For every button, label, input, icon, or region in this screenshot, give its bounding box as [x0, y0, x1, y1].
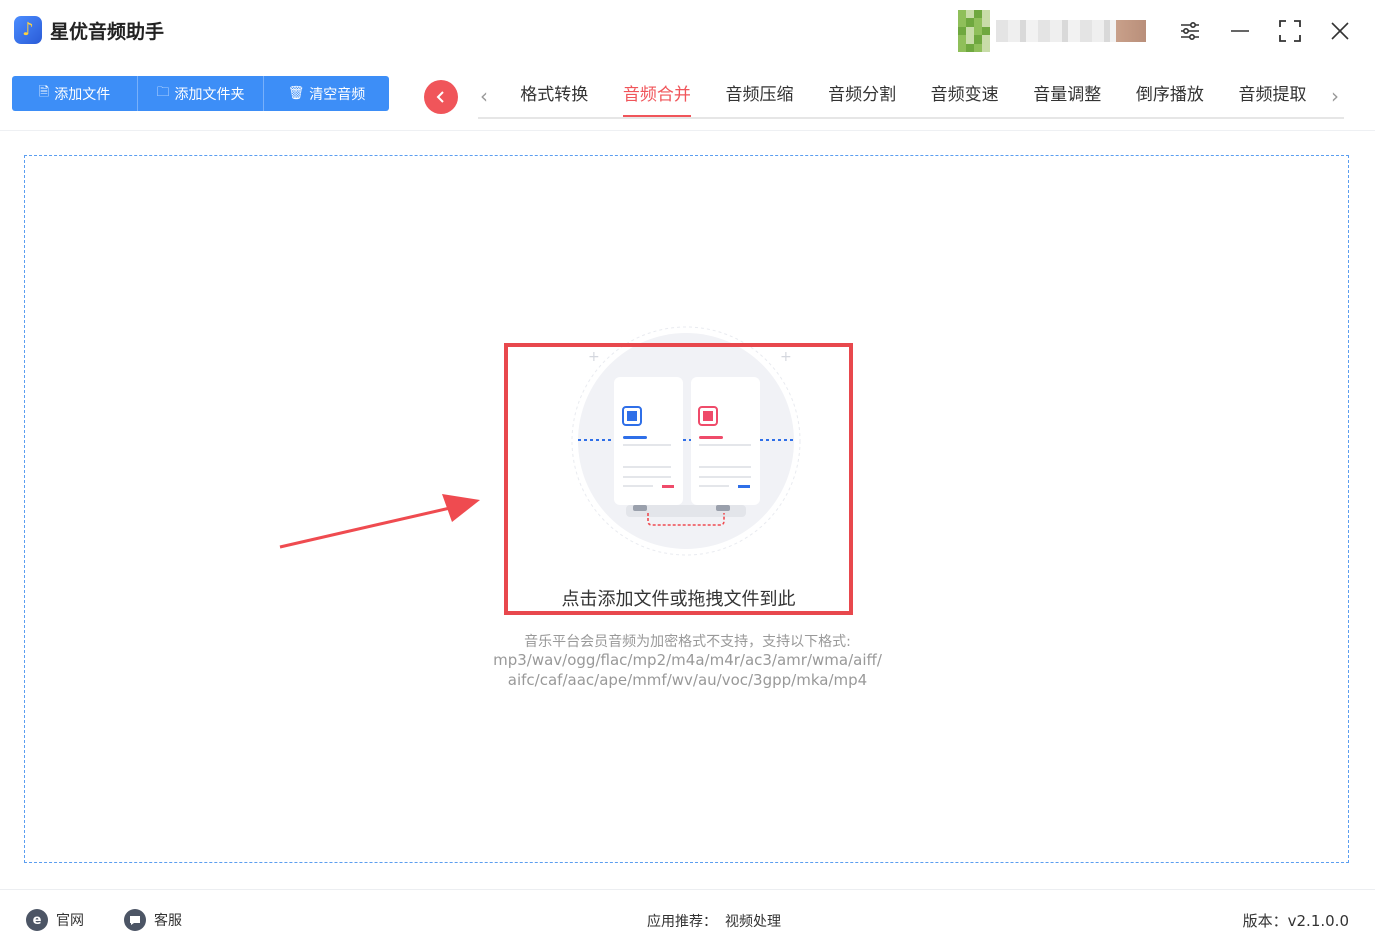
tab-4[interactable]: 音频分割 — [811, 74, 914, 116]
close-icon[interactable] — [1325, 16, 1355, 46]
app-logo-icon: ♪ — [14, 16, 42, 44]
chat-bubble-icon — [124, 909, 146, 931]
support-link[interactable]: 客服 — [124, 909, 182, 931]
folder-icon: 🗀 — [156, 84, 170, 100]
format-hint-line2: mp3/wav/ogg/flac/mp2/m4a/m4r/ac3/amr/wma… — [493, 651, 882, 669]
drop-zone-label[interactable]: 点击添加文件或拖拽文件到此 — [504, 585, 853, 611]
title-bar: ♪ 星优音频助手 — [0, 0, 1375, 62]
app-recommendation: 应用推荐： 视频处理 — [647, 914, 781, 930]
file-icon: 🗎 — [38, 84, 50, 100]
tab-3[interactable]: 音频压缩 — [708, 74, 811, 116]
tab-6[interactable]: 音量调整 — [1016, 74, 1119, 116]
clear-audio-button[interactable]: 🗑 清空音频 — [264, 76, 389, 111]
maximize-icon[interactable] — [1275, 16, 1305, 46]
format-hint-line3: aifc/caf/aac/ape/mmf/wv/au/voc/3gpp/mka/… — [507, 671, 868, 689]
username-blurred[interactable] — [996, 20, 1146, 42]
header-divider — [0, 130, 1375, 131]
function-tabs: 格式转换 音频合并 音频压缩 音频分割 音频变速 音量调整 倒序播放 音频提取 — [503, 74, 1324, 118]
red-arrow-annotation — [279, 494, 480, 549]
tab-5[interactable]: 音频变速 — [913, 74, 1016, 116]
back-button[interactable] — [424, 80, 458, 114]
tabs-underline — [478, 117, 1344, 119]
settings-sliders-icon[interactable] — [1175, 16, 1205, 46]
video-processing-link[interactable]: 视频处理 — [725, 914, 781, 930]
user-avatar[interactable] — [958, 10, 990, 52]
file-toolbar: 🗎 添加文件 🗀 添加文件夹 🗑 清空音频 — [12, 76, 389, 111]
tab-1[interactable]: 格式转换 — [503, 74, 606, 116]
format-hint-line1: 音乐平台会员音频为加密格式不支持，支持以下格式: — [524, 634, 851, 650]
chevron-left-icon — [436, 91, 444, 103]
version-label: 版本：v2.1.0.0 — [1242, 912, 1349, 930]
tab-7[interactable]: 倒序播放 — [1119, 74, 1222, 116]
add-folder-button[interactable]: 🗀 添加文件夹 — [138, 76, 264, 111]
tabs-scroll-left-icon[interactable]: ‹ — [480, 84, 488, 108]
trash-icon: 🗑 — [287, 86, 305, 101]
tabs-scroll-right-icon[interactable]: › — [1331, 84, 1339, 108]
minimize-icon[interactable] — [1225, 16, 1255, 46]
tab-2[interactable]: 音频合并 — [606, 74, 709, 118]
app-title: 星优音频助手 — [50, 21, 165, 43]
app-window: ♪ 星优音频助手 🗎 添加文件 🗀 添加文件夹 🗑 清空音频 ‹ 格式转换 音频… — [0, 0, 1375, 950]
website-link[interactable]: e 官网 — [26, 909, 84, 931]
footer-divider — [0, 889, 1375, 890]
browser-e-icon: e — [26, 909, 48, 931]
highlight-box-annotation — [504, 343, 853, 615]
add-file-button[interactable]: 🗎 添加文件 — [12, 76, 138, 111]
tab-8[interactable]: 音频提取 — [1221, 74, 1324, 116]
